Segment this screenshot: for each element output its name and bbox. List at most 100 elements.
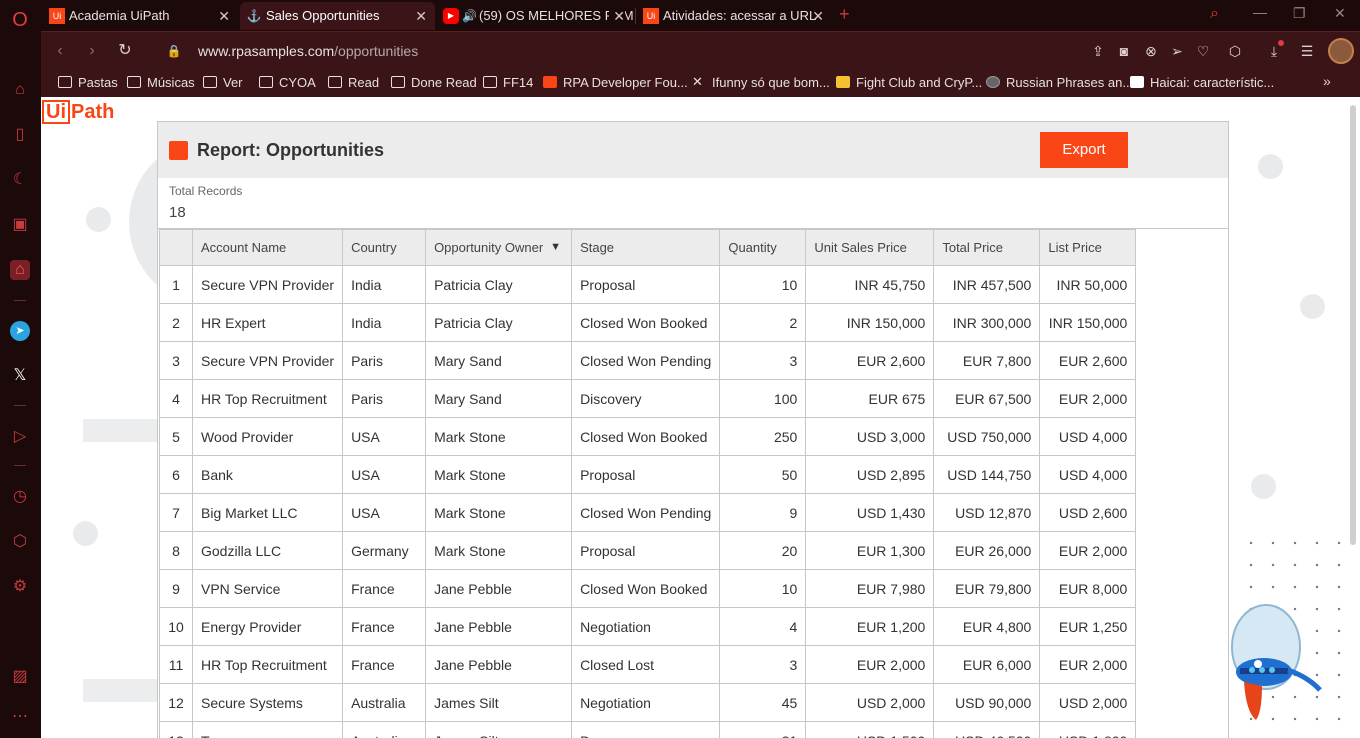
forward-icon[interactable]: › [83, 42, 101, 60]
column-header-index[interactable] [159, 229, 193, 266]
column-header-quantity[interactable]: Quantity [719, 229, 807, 266]
column-header-opportunity-owner[interactable]: Opportunity Owner ▼ [425, 229, 573, 266]
cube-icon[interactable]: ⬡ [10, 532, 30, 552]
book-icon[interactable]: ▯ [10, 125, 30, 145]
sidebar-divider [14, 465, 26, 466]
table-row[interactable]: 13TeamsAustraliaJames SiltDemo31USD 1,50… [159, 721, 1137, 738]
table-cell: Proposal [571, 455, 721, 494]
close-window-icon[interactable]: ✕ [1334, 5, 1346, 22]
avatar[interactable] [1328, 38, 1354, 64]
share-icon[interactable]: ⇪ [1089, 42, 1107, 60]
more-dots-icon[interactable]: ⋯ [10, 707, 30, 727]
more-bookmarks-icon[interactable]: » [1323, 73, 1331, 89]
bookmark-link[interactable]: RPA Developer Fou... [543, 75, 688, 90]
pinboard-icon[interactable]: ⌂ [10, 260, 30, 280]
minimize-icon[interactable]: — [1253, 4, 1267, 20]
extensions-cube-icon[interactable]: ⬡ [1226, 42, 1244, 60]
bookmark-link[interactable]: Russian Phrases an... [986, 75, 1133, 90]
reload-icon[interactable]: ↻ [116, 42, 134, 60]
new-tab-icon[interactable]: + [839, 4, 850, 25]
home-icon[interactable]: ⌂ [10, 80, 30, 100]
moon-icon[interactable]: ☾ [10, 170, 30, 190]
table-row[interactable]: 8 Godzilla LLC Germany Mark Stone Proposal 20… [159, 531, 1137, 570]
table-row[interactable]: 4 HR Top Recruitment Paris Mary Sand Discove… [159, 379, 1137, 418]
table-cell: France [342, 645, 427, 684]
restore-icon[interactable]: ❐ [1293, 5, 1306, 22]
bookmark-folder[interactable]: Pastas [58, 75, 118, 90]
bookmark-folder[interactable]: Ver [203, 75, 243, 90]
column-header-account-name[interactable]: Account Name [191, 229, 344, 266]
page-scrollbar[interactable] [1350, 105, 1356, 545]
uipath-logo[interactable]: Ui Path [42, 100, 114, 124]
bookmark-link[interactable]: ✕ Ifunny só que bom... [692, 74, 830, 90]
close-tab-icon[interactable]: ✕ [218, 2, 230, 30]
search-tabs-icon[interactable]: ⌕ [1210, 5, 1219, 23]
table-cell: Closed Won Pending [571, 341, 721, 380]
close-tab-icon[interactable]: ✕ [415, 2, 427, 30]
table-row[interactable]: 3 Secure VPN Provider Paris Mary Sand Closed… [159, 341, 1137, 380]
bookmark-link[interactable]: Haicai: característic... [1130, 75, 1274, 90]
table-cell: France [342, 569, 427, 608]
camera-icon[interactable]: ◙ [1115, 42, 1133, 60]
decorative-circle [86, 207, 111, 232]
bookmark-folder[interactable]: Músicas [127, 75, 195, 90]
table-cell: 10 [159, 607, 193, 646]
decorative-circle [73, 521, 98, 546]
bookmark-link[interactable]: Fight Club and CryP... [836, 75, 982, 90]
column-header-total-price[interactable]: Total Price [933, 229, 1041, 266]
adblock-icon[interactable]: ⊗ [1142, 42, 1160, 60]
url-path: /opportunities [334, 43, 419, 59]
table-row[interactable]: 5 Wood Provider USA Mark Stone Closed Won Bo… [159, 417, 1137, 456]
table-cell: USD 144,750 [933, 455, 1041, 494]
column-header-stage[interactable]: Stage [571, 229, 721, 266]
bookmark-folder[interactable]: CYOA [259, 75, 316, 90]
folder-icon [58, 76, 72, 88]
bookmark-folder[interactable]: Done Read [391, 75, 477, 90]
lock-icon[interactable]: 🔒 [165, 42, 183, 60]
bookmark-folder[interactable]: FF14 [483, 75, 533, 90]
heart-icon[interactable]: ♡ [1194, 42, 1212, 60]
table-cell: James Silt [425, 683, 573, 722]
settings-icon[interactable]: ⚙ [10, 577, 30, 597]
close-tab-icon[interactable]: ✕ [609, 2, 625, 30]
sort-descending-icon[interactable]: ▼ [550, 241, 561, 253]
export-button[interactable]: Export [1040, 132, 1128, 168]
easy-setup-icon[interactable]: ☰ [1298, 42, 1316, 60]
table-row[interactable]: 11 HR Top Recruitment France Jane Pebble Clo… [159, 645, 1137, 684]
table-cell: 4 [159, 379, 193, 418]
audio-playing-icon[interactable]: 🔊 [462, 2, 477, 30]
table-row[interactable]: 12 Secure Systems Australia James Silt Negot… [159, 683, 1137, 722]
player-icon[interactable]: ▷ [10, 427, 30, 447]
url-field[interactable]: www.rpasamples.com/opportunities [198, 43, 418, 59]
table-row[interactable]: 7 Big Market LLC USA Mark Stone Closed Won P… [159, 493, 1137, 532]
back-icon[interactable]: ‹ [51, 42, 69, 60]
bookmark-folder[interactable]: Read [328, 75, 379, 90]
bookmark-label: Ifunny só que bom... [712, 75, 830, 90]
decorative-circle [1251, 474, 1276, 499]
send-icon[interactable]: ➢ [1168, 42, 1186, 60]
tab-atividades[interactable]: Ui Atividades: acessar a URL ✕ [637, 2, 832, 30]
gallery-icon[interactable]: ▨ [10, 667, 30, 687]
table-row[interactable]: 2 HR Expert India Patricia Clay Closed Won B… [159, 303, 1137, 342]
tab-sales-opportunities[interactable]: ⚓ Sales Opportunities ✕ [240, 2, 435, 30]
table-cell: EUR 1,200 [805, 607, 935, 646]
table-cell: USD 1,430 [805, 493, 935, 532]
table-row[interactable]: 1 Secure VPN Provider India Patricia Clay Pr… [159, 265, 1137, 304]
telegram-icon[interactable]: ➤ [10, 321, 30, 341]
table-cell: India [342, 303, 427, 342]
close-tab-icon[interactable]: ✕ [812, 2, 824, 30]
history-icon[interactable]: ◷ [10, 487, 30, 507]
opera-logo-icon[interactable]: O [10, 10, 30, 30]
table-row[interactable]: 9 VPN Service France Jane Pebble Closed Won … [159, 569, 1137, 608]
column-header-list-price[interactable]: List Price [1039, 229, 1137, 266]
tab-academia-uipath[interactable]: Ui Academia UiPath ✕ [43, 2, 238, 30]
gamepad-icon[interactable]: ▣ [10, 215, 30, 235]
column-header-unit-sales-price[interactable]: Unit Sales Price [805, 229, 935, 266]
table-row[interactable]: 6 Bank USA Mark Stone Proposal 50 USD 2,895 USD… [159, 455, 1137, 494]
column-header-country[interactable]: Country [342, 229, 427, 266]
table-cell: Mark Stone [425, 417, 573, 456]
table-row[interactable]: 10 Energy Provider France Jane Pebble Negoti… [159, 607, 1137, 646]
x-twitter-icon[interactable]: 𝕏 [10, 366, 30, 386]
table-cell: USD 12,870 [933, 493, 1041, 532]
tab-youtube[interactable]: ▶ 🔊 (59) OS MELHORES REM ✕ [437, 2, 633, 30]
